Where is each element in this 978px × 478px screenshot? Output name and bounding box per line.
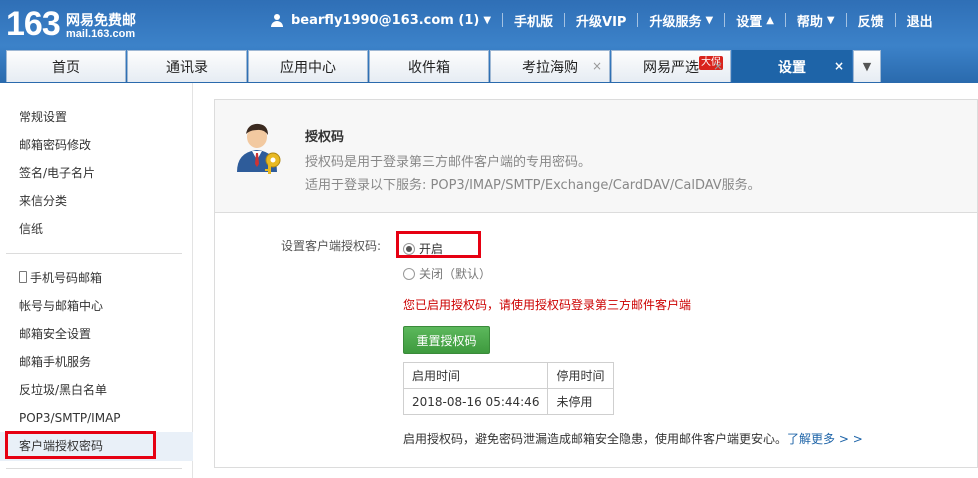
table-header-row: 启用时间 停用时间 [402,362,615,389]
logo-domain[interactable]: mail.163.com [66,28,135,40]
header-bar: 163 网易免费邮 mail.163.com bearfly1990@163.c… [0,0,978,83]
tab-label: 应用中心 [280,59,336,76]
table-cell-disabled-time: 未停用 [547,388,615,415]
security-tip-text: 启用授权码，避免密码泄漏造成邮箱安全隐患，使用邮件客户端更安心。 [403,432,788,446]
upgrade-service-label: 升级服务 [649,14,702,30]
logout-link[interactable]: 退出 [907,11,933,30]
radio-disable-label: 关闭（默认） [419,267,492,281]
nav-divider [784,13,786,27]
user-key-icon [237,123,281,174]
sidebar-item-general[interactable]: 常规设置 [19,109,67,125]
nav-divider [894,13,896,27]
chevron-down-icon: ▼ [862,60,872,73]
settings-menu[interactable]: 设置 ▲ [736,11,774,30]
tab-more-button[interactable]: ▼ [853,50,881,82]
learn-more-link[interactable]: 了解更多 > > [787,432,863,446]
user-menu[interactable]: bearfly1990@163.com (1) ▼ [270,13,491,28]
table-header-disabled-time: 停用时间 [547,362,615,389]
tab-bar: 首页 通讯录 应用中心 收件箱 考拉海购 × 网易严选 大促 × 设置 × ▼ [6,50,881,82]
phone-icon [19,271,27,283]
logo-number[interactable]: 163 [6,6,61,42]
sidebar-item-phone-mailbox[interactable]: 手机号码邮箱 [19,270,102,286]
auth-code-history-table: 启用时间 停用时间 2018-08-16 05:44:46 未停用 [402,362,615,415]
tab-label: 首页 [52,59,80,76]
tab-settings[interactable]: 设置 × [732,50,852,82]
annotation-highlight-box [396,231,481,258]
settings-sidebar: 常规设置 邮箱密码修改 签名/电子名片 来信分类 信纸 手机号码邮箱 帐号与邮箱… [0,83,193,478]
sidebar-item-security[interactable]: 邮箱安全设置 [19,326,91,342]
tab-label: 收件箱 [408,59,450,76]
user-account-label: bearfly1990@163.com (1) [291,12,480,28]
panel-header: 授权码 授权码是用于登录第三方邮件客户端的专用密码。 适用于登录以下服务: PO… [215,100,977,213]
chevron-down-icon: ▼ [705,14,714,26]
sidebar-divider [6,468,182,469]
nav-divider [845,13,847,27]
radio-button-unchecked[interactable] [403,267,415,280]
feedback-link[interactable]: 反馈 [858,11,884,30]
tab-kaola[interactable]: 考拉海购 × [490,50,610,82]
close-icon[interactable]: × [592,59,602,73]
tab-home[interactable]: 首页 [6,50,126,82]
table-header-enabled-time: 启用时间 [402,362,549,389]
auth-code-panel: 授权码 授权码是用于登录第三方邮件客户端的专用密码。 适用于登录以下服务: PO… [214,99,978,468]
annotation-highlight-box [5,431,156,459]
close-icon[interactable]: × [834,59,844,73]
tab-label: 考拉海购 [522,59,578,76]
nav-divider [724,13,726,27]
tab-label: 通讯录 [166,59,208,76]
tab-label: 设置 [778,59,806,76]
sidebar-item-stationery[interactable]: 信纸 [19,221,43,237]
radio-disable[interactable]: 关闭（默认） [403,265,491,282]
chevron-down-icon: ▼ [826,14,835,26]
sidebar-item-account-center[interactable]: 帐号与邮箱中心 [19,298,103,314]
table-row: 2018-08-16 05:44:46 未停用 [402,388,615,415]
help-menu[interactable]: 帮助 ▼ [797,11,835,30]
nav-divider [502,13,504,27]
table-cell-enabled-time: 2018-08-16 05:44:46 [402,388,549,415]
panel-description: 授权码是用于登录第三方邮件客户端的专用密码。 [305,155,592,170]
sidebar-item-password[interactable]: 邮箱密码修改 [19,137,91,153]
auth-setting-label: 设置客户端授权码: [281,239,382,253]
tab-label: 网易严选 [643,59,699,76]
auth-enabled-warning: 您已启用授权码，请使用授权码登录第三方邮件客户端 [403,298,692,312]
chevron-down-icon: ▼ [483,14,492,26]
sidebar-item-phone-service[interactable]: 邮箱手机服务 [19,354,91,370]
tab-yanxuan[interactable]: 网易严选 大促 × [611,50,731,82]
sidebar-item-mail-filter[interactable]: 来信分类 [19,193,67,209]
sidebar-item-antispam[interactable]: 反垃圾/黑白名单 [19,382,107,398]
chevron-up-icon: ▲ [766,14,774,26]
top-nav: bearfly1990@163.com (1) ▼ 手机版 升级VIP 升级服务… [270,11,933,30]
sidebar-item-pop3[interactable]: POP3/SMTP/IMAP [19,410,121,426]
security-tip: 启用授权码，避免密码泄漏造成邮箱安全隐患，使用邮件客户端更安心。了解更多 > > [403,430,863,447]
help-menu-label: 帮助 [796,14,823,30]
sidebar-item-signature[interactable]: 签名/电子名片 [19,165,95,181]
tab-inbox[interactable]: 收件箱 [369,50,489,82]
nav-divider [637,13,639,27]
panel-services-description: 适用于登录以下服务: POP3/IMAP/SMTP/Exchange/CardD… [305,178,761,193]
settings-menu-label: 设置 [736,14,763,30]
reset-auth-code-button[interactable]: 重置授权码 [403,326,490,354]
tab-app-center[interactable]: 应用中心 [248,50,368,82]
upgrade-service-menu[interactable]: 升级服务 ▼ [649,11,713,30]
user-icon [270,13,285,27]
logo-title[interactable]: 网易免费邮 [66,10,136,30]
sidebar-divider [6,253,182,254]
sidebar-item-label: 手机号码邮箱 [30,271,103,285]
mobile-link[interactable]: 手机版 [514,11,553,30]
upgrade-vip-link[interactable]: 升级VIP [576,11,626,30]
nav-divider [564,13,566,27]
panel-title: 授权码 [305,130,345,145]
tab-contacts[interactable]: 通讯录 [127,50,247,82]
close-icon[interactable]: × [713,59,723,73]
